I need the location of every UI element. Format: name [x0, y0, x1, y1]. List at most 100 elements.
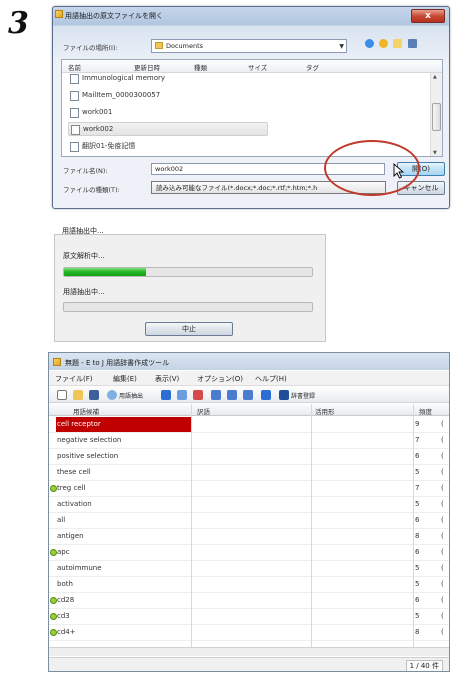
term-cell: cd3: [57, 612, 70, 620]
column-translation[interactable]: 訳語: [197, 406, 210, 416]
truncated-cell: (: [441, 436, 444, 444]
column-size[interactable]: サイズ: [248, 62, 267, 72]
frequency-cell: 5: [415, 580, 420, 588]
nav-toolbar: [365, 39, 425, 53]
menu-help[interactable]: ヘルプ(H): [255, 374, 287, 384]
term-row[interactable]: both 5 (: [49, 577, 449, 593]
search-icon[interactable]: [107, 390, 117, 400]
truncated-cell: (: [441, 420, 444, 428]
truncated-cell: (: [441, 596, 444, 604]
truncated-cell: (: [441, 532, 444, 540]
toolbar-icon[interactable]: [211, 390, 221, 400]
stop-button[interactable]: 中止: [145, 322, 233, 336]
term-cell: antigen: [57, 532, 84, 540]
views-icon[interactable]: [407, 39, 417, 48]
vertical-scrollbar[interactable]: ▲ ▼: [430, 73, 442, 156]
document-icon: [70, 74, 79, 84]
scroll-thumb[interactable]: [432, 103, 441, 131]
column-modified[interactable]: 更新日時: [134, 62, 160, 72]
up-folder-icon[interactable]: [379, 39, 389, 48]
term-row[interactable]: activation 5 (: [49, 497, 449, 513]
scroll-up-icon[interactable]: ▲: [433, 74, 437, 80]
term-cell: these cell: [57, 468, 91, 476]
file-row[interactable]: MailItem_0000300057: [68, 89, 160, 103]
file-row[interactable]: Immunological memory: [68, 72, 165, 86]
toolbar-icon[interactable]: [161, 390, 171, 400]
term-cell: cd28: [57, 596, 75, 604]
flag-icon: [50, 613, 57, 620]
scroll-down-icon[interactable]: ▼: [433, 150, 437, 156]
file-row[interactable]: work001: [68, 106, 112, 120]
column-type[interactable]: 種類: [194, 62, 207, 72]
column-tag[interactable]: タグ: [306, 62, 319, 72]
toolbar-icon[interactable]: [227, 390, 237, 400]
term-row[interactable]: cd28 6 (: [49, 593, 449, 609]
flag-icon: [50, 629, 57, 636]
chevron-down-icon: ▼: [339, 43, 344, 50]
document-icon: [70, 91, 79, 101]
term-row[interactable]: apc 6 (: [49, 545, 449, 561]
term-row[interactable]: negative selection 7 (: [49, 433, 449, 449]
step-number: 3: [8, 6, 29, 41]
frequency-cell: 6: [415, 452, 420, 460]
toolbar-icon[interactable]: [177, 390, 187, 400]
app-window: 無題 - E to J 用語辞書作成ツール ファイル(F) 編集(E) 表示(V…: [48, 352, 450, 672]
horizontal-scrollbar[interactable]: [49, 647, 449, 656]
frequency-cell: 5: [415, 612, 420, 620]
menu-bar: ファイル(F) 編集(E) 表示(V) オプション(O) ヘルプ(H): [49, 371, 449, 386]
register-dictionary-button[interactable]: 辞書登録: [291, 391, 315, 400]
term-row[interactable]: cell receptor 9 (: [49, 417, 449, 433]
dialog-title: 用語抽出の原文ファイルを開く: [65, 12, 163, 20]
dictionary-icon[interactable]: [279, 390, 289, 400]
term-row[interactable]: cd3 5 (: [49, 609, 449, 625]
app-titlebar: 無題 - E to J 用語辞書作成ツール: [49, 353, 449, 370]
truncated-cell: (: [441, 516, 444, 524]
file-row-selected[interactable]: work002: [68, 122, 268, 136]
frequency-cell: 8: [415, 628, 420, 636]
frequency-cell: 6: [415, 516, 420, 524]
new-folder-icon[interactable]: [393, 39, 403, 48]
progress-dialog: 原文解析中... 用語抽出中... 中止: [54, 234, 326, 342]
column-conjugation[interactable]: 活用形: [315, 406, 335, 416]
location-dropdown[interactable]: Documents ▼: [151, 39, 347, 53]
file-row[interactable]: 翻訳01-免疫記憶: [68, 140, 135, 154]
term-row[interactable]: cd4+ 8 (: [49, 625, 449, 641]
column-frequency[interactable]: 頻度: [419, 406, 432, 416]
location-value: Documents: [166, 42, 204, 50]
truncated-cell: (: [441, 628, 444, 636]
term-row[interactable]: antigen 8 (: [49, 529, 449, 545]
new-document-icon[interactable]: [57, 390, 67, 400]
menu-edit[interactable]: 編集(E): [113, 374, 137, 384]
term-row[interactable]: positive selection 6 (: [49, 449, 449, 465]
save-icon[interactable]: [89, 390, 99, 400]
close-button[interactable]: x: [411, 9, 445, 23]
column-name[interactable]: 名前: [68, 62, 81, 72]
frequency-cell: 8: [415, 532, 420, 540]
delete-icon[interactable]: [193, 390, 203, 400]
term-row[interactable]: all 6 (: [49, 513, 449, 529]
filename-label: ファイル名(N):: [63, 167, 108, 175]
status-bar: 1 / 40 件: [49, 657, 449, 671]
column-divider: [191, 404, 192, 647]
menu-options[interactable]: オプション(O): [197, 374, 243, 384]
column-term[interactable]: 用語候補: [73, 406, 99, 416]
term-row[interactable]: these cell 5 (: [49, 465, 449, 481]
term-row[interactable]: autoimmune 5 (: [49, 561, 449, 577]
frequency-cell: 6: [415, 596, 420, 604]
back-icon[interactable]: [365, 39, 374, 48]
term-row[interactable]: treg cell 7 (: [49, 481, 449, 497]
menu-file[interactable]: ファイル(F): [55, 374, 93, 384]
extract-terms-button[interactable]: 用語抽出: [119, 391, 143, 400]
term-cell: treg cell: [57, 484, 86, 492]
term-cell: negative selection: [57, 436, 122, 444]
highlight-ellipse: [324, 140, 420, 196]
flag-icon: [50, 597, 57, 604]
open-folder-icon[interactable]: [73, 390, 83, 400]
app-icon: [55, 10, 63, 18]
toolbar-icon[interactable]: [243, 390, 253, 400]
filetype-label: ファイルの種類(T):: [63, 186, 120, 194]
app-icon: [53, 358, 61, 366]
mouse-cursor-icon: [393, 163, 405, 179]
menu-view[interactable]: 表示(V): [155, 374, 179, 384]
play-icon[interactable]: [261, 390, 271, 400]
